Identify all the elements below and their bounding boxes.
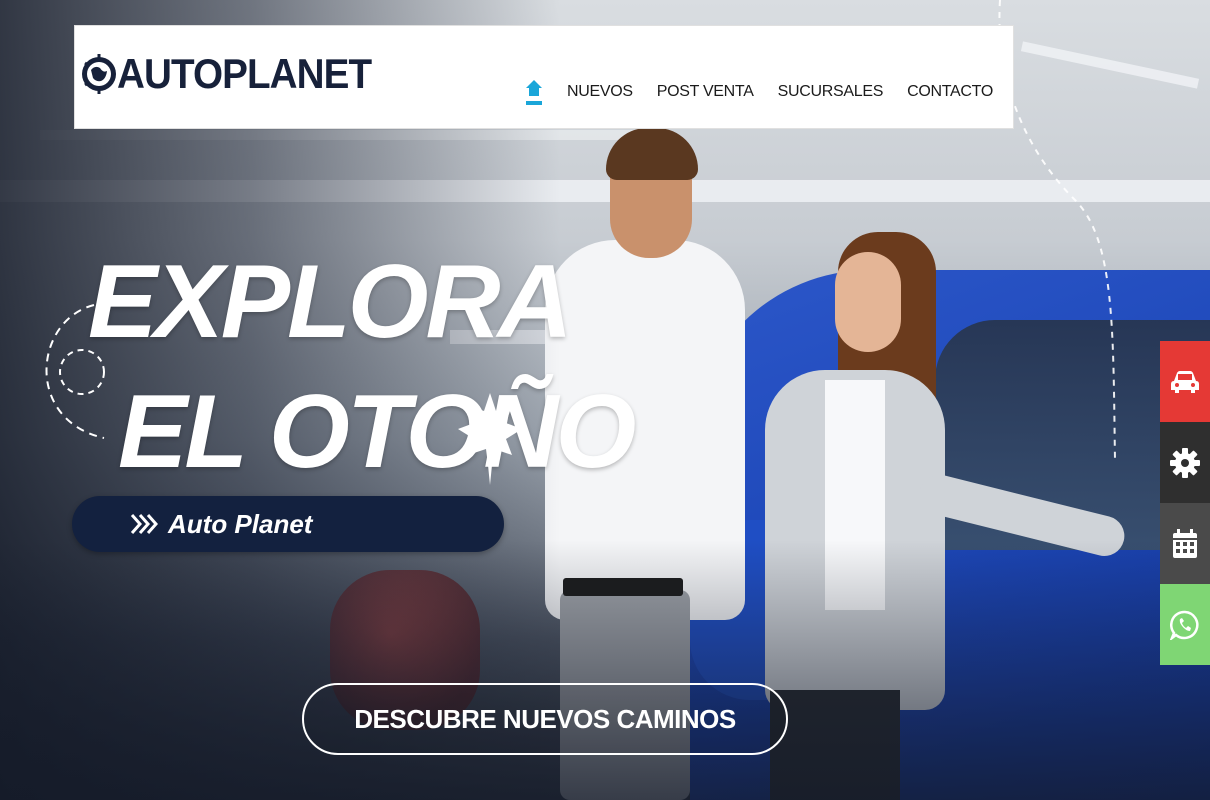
service-button[interactable] <box>1160 422 1210 503</box>
wheel-globe-icon <box>82 54 116 94</box>
brand-name: AUTOPLANET <box>117 50 372 97</box>
whatsapp-button[interactable] <box>1160 584 1210 665</box>
double-chevron-icon <box>130 514 158 534</box>
brand-logo[interactable]: AUTOPLANET <box>79 42 393 106</box>
floating-action-bar <box>1160 341 1210 665</box>
home-icon <box>525 80 542 105</box>
brand-pill-label: Auto Planet <box>168 508 313 539</box>
car-button[interactable] <box>1160 341 1210 422</box>
dashed-curve-decoration <box>998 0 1116 461</box>
whatsapp-icon <box>1170 610 1199 640</box>
car-icon <box>1171 370 1199 393</box>
discover-cta-button[interactable]: DESCUBRE NUEVOS CAMINOS <box>302 683 788 755</box>
nav-post-venta[interactable]: POST VENTA <box>657 83 754 101</box>
calendar-icon <box>1173 528 1197 558</box>
home-link[interactable] <box>525 78 543 106</box>
brand-pill: Auto Planet <box>72 496 504 552</box>
nav-sucursales[interactable]: SUCURSALES <box>778 83 884 101</box>
calendar-button[interactable] <box>1160 503 1210 584</box>
maple-leaf-icon <box>458 393 522 485</box>
site-header: AUTOPLANET NUEVOS POST VENTA SUCURSALES … <box>74 25 1014 129</box>
nav-nuevos[interactable]: NUEVOS <box>567 83 633 101</box>
headline-line-2: EL OTOÑO <box>118 374 636 490</box>
gear-icon <box>1170 447 1200 478</box>
woman-head <box>835 252 901 352</box>
nav-contacto[interactable]: CONTACTO <box>907 83 993 101</box>
headline-line-1: EXPLORA <box>88 244 573 360</box>
bottom-overlay <box>0 540 1210 800</box>
main-nav: NUEVOS POST VENTA SUCURSALES CONTACTO <box>525 78 993 106</box>
